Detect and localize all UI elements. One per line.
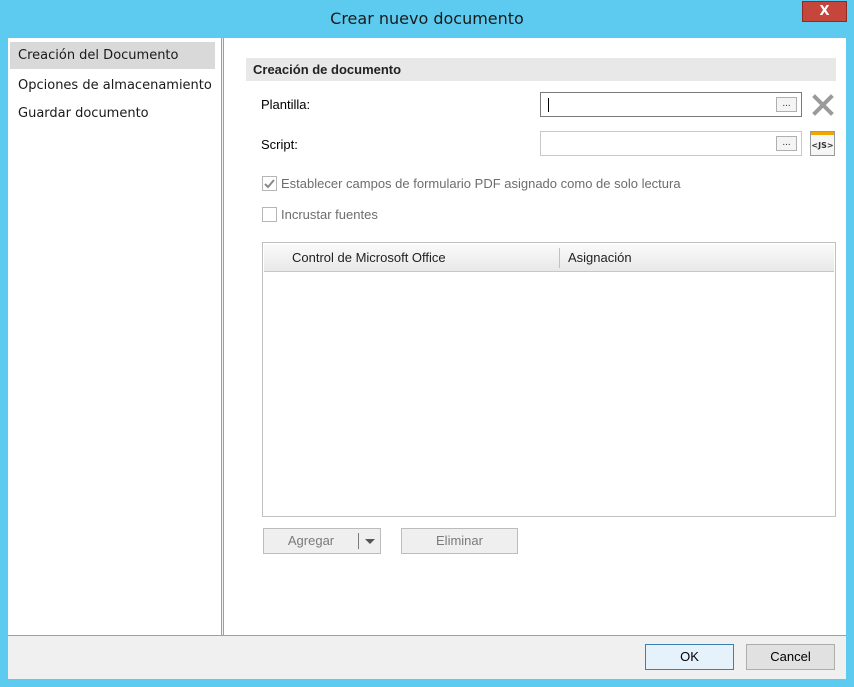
embed-fonts-checkbox[interactable] (262, 207, 277, 222)
mapping-grid[interactable]: Control de Microsoft Office Asignación (262, 242, 836, 517)
clear-icon[interactable] (810, 92, 836, 118)
close-button[interactable]: X (802, 1, 847, 22)
readonly-checkbox-label: Establecer campos de formulario PDF asig… (281, 176, 681, 191)
column-header-office-control[interactable]: Control de Microsoft Office (292, 244, 446, 271)
section-header: Creación de documento (246, 58, 836, 81)
readonly-checkbox-row[interactable]: Establecer campos de formulario PDF asig… (262, 175, 822, 193)
embed-fonts-checkbox-row[interactable]: Incrustar fuentes (262, 206, 562, 224)
nav-item-save-document[interactable]: Guardar documento (10, 100, 215, 127)
nav-item-document-creation[interactable]: Creación del Documento (10, 42, 215, 69)
split-separator (358, 533, 359, 549)
js-icon-text: <JS> (811, 141, 833, 150)
script-browse-button[interactable]: ... (776, 136, 797, 151)
dialog-client-area: Creación del Documento Opciones de almac… (8, 38, 846, 679)
cancel-button[interactable]: Cancel (746, 644, 835, 670)
dialog-footer: OK Cancel (8, 635, 846, 679)
checkmark-icon (264, 179, 275, 189)
column-header-assignment[interactable]: Asignación (568, 244, 632, 271)
column-separator[interactable] (559, 248, 560, 268)
template-browse-button[interactable]: ... (776, 97, 797, 112)
text-caret (548, 98, 549, 112)
script-input[interactable]: ... (540, 131, 802, 156)
navigation-panel: Creación del Documento Opciones de almac… (8, 38, 222, 635)
content-panel: Creación de documento Plantilla: ... Scr… (223, 38, 846, 635)
template-label: Plantilla: (261, 97, 311, 112)
ok-button[interactable]: OK (645, 644, 734, 670)
readonly-checkbox[interactable] (262, 176, 277, 191)
remove-button[interactable]: Eliminar (401, 528, 518, 554)
grid-header: Control de Microsoft Office Asignación (264, 244, 834, 272)
script-label: Script: (261, 137, 298, 152)
add-split-button[interactable]: Agregar (263, 528, 381, 554)
window-title: Crear nuevo documento (330, 9, 524, 28)
nav-item-storage-options[interactable]: Opciones de almacenamiento (10, 72, 215, 99)
template-input[interactable]: ... (540, 92, 802, 117)
chevron-down-icon[interactable] (365, 539, 375, 544)
title-bar: Crear nuevo documento X (0, 0, 854, 38)
embed-fonts-checkbox-label: Incrustar fuentes (281, 207, 378, 222)
javascript-icon[interactable]: <JS> (810, 131, 835, 156)
add-button-label: Agregar (287, 533, 335, 548)
